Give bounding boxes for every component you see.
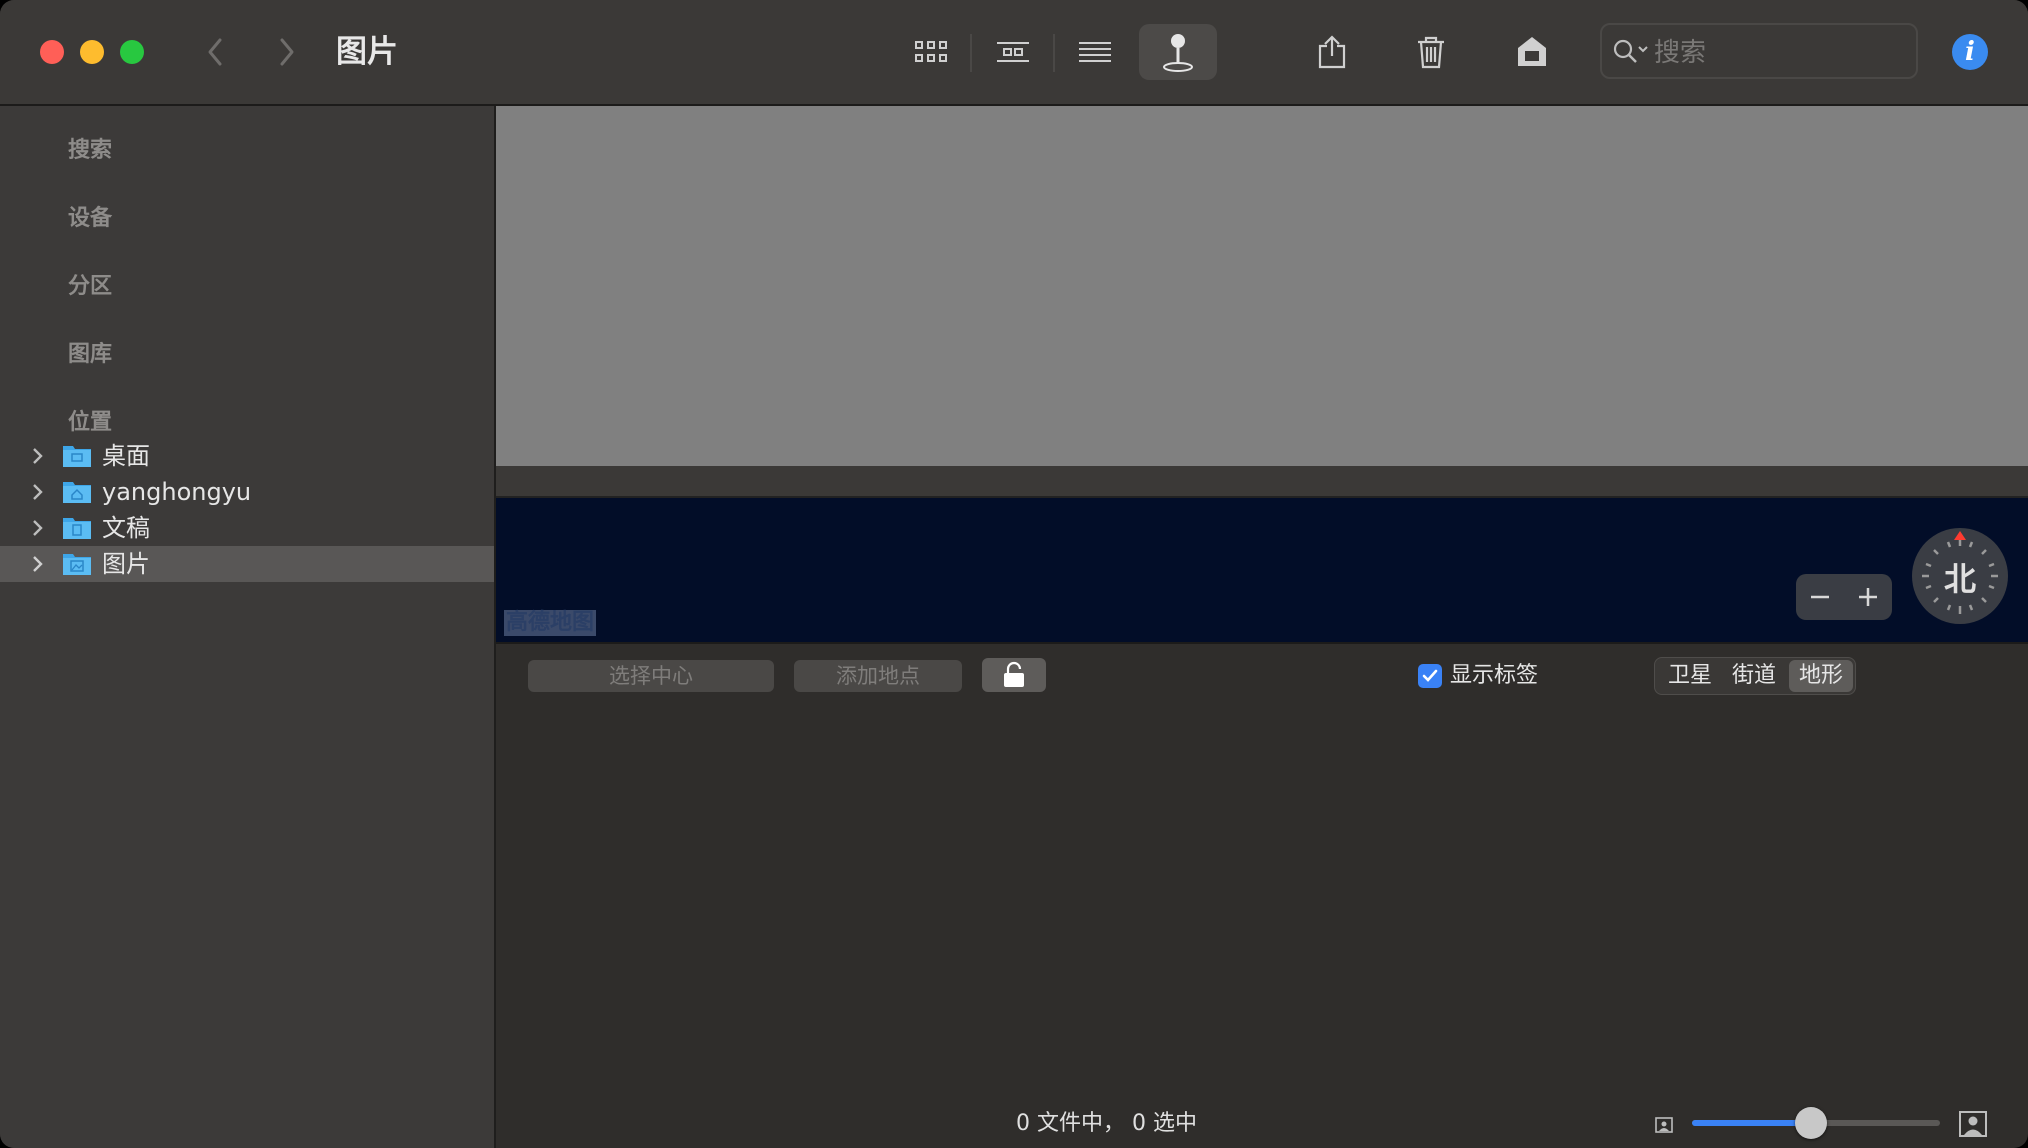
info-icon: i bbox=[1965, 37, 1975, 67]
zoom-out-button[interactable] bbox=[1796, 574, 1844, 620]
sidebar-item-label: yanghongyu bbox=[102, 478, 252, 506]
import-icon bbox=[1518, 37, 1546, 66]
share-icon bbox=[1318, 35, 1346, 69]
compass-north-label: 北 bbox=[1943, 560, 1976, 598]
minus-icon bbox=[1811, 595, 1829, 599]
list-view-button[interactable] bbox=[1057, 24, 1133, 80]
map-pin-icon bbox=[1163, 34, 1193, 72]
search-icon bbox=[1613, 39, 1648, 63]
sidebar-item-label: 文稿 bbox=[102, 514, 150, 542]
plus-icon bbox=[1859, 588, 1877, 606]
map-view[interactable]: 高德地图 北 bbox=[496, 498, 2028, 644]
sidebar-item-label: 图片 bbox=[102, 550, 150, 578]
show-labels-label: 显示标签 bbox=[1450, 663, 1539, 688]
gallery-view-icon bbox=[997, 42, 1029, 62]
title-bar: 图片 搜索 i bbox=[0, 0, 2028, 106]
checkmark-icon bbox=[1422, 669, 1438, 682]
map-compass[interactable]: 北 bbox=[1912, 528, 2008, 624]
chevron-right-icon[interactable] bbox=[30, 447, 44, 465]
back-button[interactable] bbox=[194, 28, 238, 76]
minimize-window-button[interactable] bbox=[80, 40, 104, 64]
share-button[interactable] bbox=[1294, 24, 1370, 80]
delete-button[interactable] bbox=[1393, 24, 1469, 80]
chevron-right-icon[interactable] bbox=[30, 483, 44, 501]
chevron-right-icon[interactable] bbox=[30, 519, 44, 537]
zoom-in-button[interactable] bbox=[1844, 574, 1892, 620]
toolbar-separator bbox=[1053, 34, 1055, 72]
image-preview-area[interactable] bbox=[496, 106, 2028, 466]
map-mode-satellite[interactable]: 卫星 bbox=[1659, 660, 1721, 692]
sidebar-item-pictures[interactable]: 图片 bbox=[0, 546, 494, 582]
search-field[interactable] bbox=[1600, 23, 1918, 79]
chevron-left-icon bbox=[208, 38, 222, 66]
sidebar-section-locations[interactable]: 位置 bbox=[68, 404, 112, 436]
home-folder-icon bbox=[63, 482, 91, 503]
gallery-view-button[interactable] bbox=[975, 24, 1051, 80]
import-button[interactable] bbox=[1494, 24, 1570, 80]
sidebar-section-search[interactable]: 搜索 bbox=[68, 132, 112, 164]
documents-folder-icon bbox=[63, 518, 91, 539]
unlock-icon bbox=[1004, 661, 1024, 687]
forward-button[interactable] bbox=[264, 28, 308, 76]
sidebar-item-home[interactable]: yanghongyu bbox=[0, 474, 494, 510]
large-thumbnail-icon[interactable] bbox=[1958, 1110, 1988, 1138]
chevron-right-icon bbox=[280, 38, 294, 66]
sidebar-section-partitions[interactable]: 分区 bbox=[68, 268, 112, 300]
slider-thumb[interactable] bbox=[1795, 1107, 1827, 1139]
sidebar-item-documents[interactable]: 文稿 bbox=[0, 510, 494, 546]
grid-view-button[interactable] bbox=[893, 24, 969, 80]
add-location-button[interactable]: 添加地点 bbox=[794, 660, 962, 692]
sidebar-item-label: 桌面 bbox=[102, 442, 150, 470]
sidebar-section-devices[interactable]: 设备 bbox=[68, 200, 112, 232]
split-divider[interactable] bbox=[496, 466, 2028, 498]
sidebar: 搜索 设备 分区 图库 位置 桌面 yanghongyu 文稿 图片 bbox=[0, 106, 496, 1148]
map-view-button[interactable] bbox=[1139, 24, 1217, 80]
info-button[interactable]: i bbox=[1952, 34, 1988, 70]
grid-view-icon bbox=[915, 41, 947, 62]
sidebar-item-desktop[interactable]: 桌面 bbox=[0, 438, 494, 474]
small-thumbnail-icon[interactable] bbox=[1654, 1116, 1674, 1134]
map-mode-street[interactable]: 街道 bbox=[1723, 660, 1785, 692]
toolbar-separator bbox=[970, 34, 972, 72]
window-title: 图片 bbox=[336, 34, 398, 70]
map-attribution: 高德地图 bbox=[504, 610, 597, 636]
thumbnail-size-slider[interactable] bbox=[1692, 1107, 1940, 1139]
slider-fill bbox=[1692, 1120, 1811, 1126]
select-center-button[interactable]: 选择中心 bbox=[528, 660, 774, 692]
maximize-window-button[interactable] bbox=[120, 40, 144, 64]
sidebar-section-library[interactable]: 图库 bbox=[68, 336, 112, 368]
status-text: 0 文件中， 0 选中 bbox=[1016, 1111, 1197, 1136]
search-input[interactable] bbox=[1652, 33, 1906, 73]
pictures-folder-icon bbox=[63, 554, 91, 575]
close-window-button[interactable] bbox=[40, 40, 64, 64]
map-zoom-control bbox=[1796, 574, 1892, 620]
show-labels-checkbox[interactable] bbox=[1418, 664, 1442, 688]
list-view-icon bbox=[1079, 42, 1111, 62]
map-mode-terrain[interactable]: 地形 bbox=[1789, 660, 1853, 692]
trash-icon bbox=[1418, 36, 1444, 69]
map-mode-selector: 卫星 街道 地形 bbox=[1654, 657, 1856, 695]
chevron-right-icon[interactable] bbox=[30, 555, 44, 573]
lock-button[interactable] bbox=[982, 658, 1046, 692]
app-window: 图片 搜索 i 搜索 设备 分区 图库 位置 桌面 yanghongyu 文稿 … bbox=[0, 0, 2028, 1148]
desktop-folder-icon bbox=[63, 446, 91, 467]
